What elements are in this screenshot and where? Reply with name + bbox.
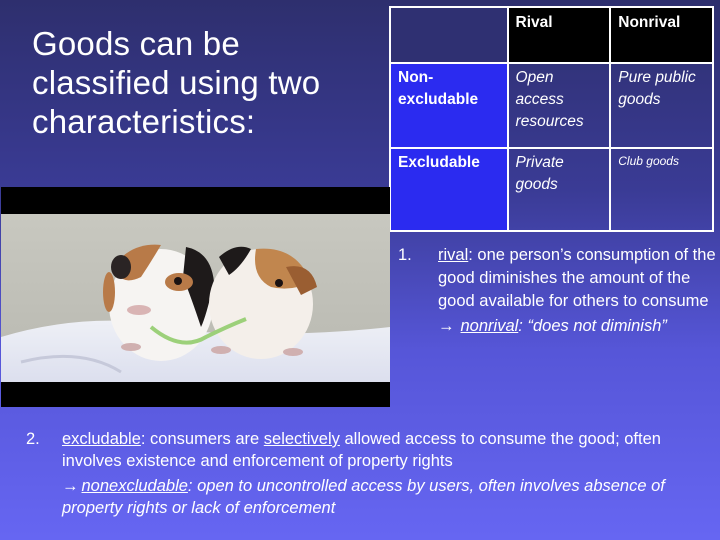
table-header-row: Rival Nonrival (389, 6, 714, 64)
list-number: 2. (26, 430, 40, 448)
row-header-line: excludable (398, 91, 479, 108)
emphasis-selectively: selectively (263, 430, 340, 448)
cell-private-goods: Private goods (506, 147, 612, 232)
table-row: Non-excludable Open access resources Pur… (389, 62, 714, 149)
definition-excludable: 2. excludable: consumers are selectively… (26, 428, 716, 519)
term-nonrival: nonrival (460, 317, 519, 335)
cell-club-goods: Club goods (609, 147, 714, 232)
term-nonexcludable: nonexcludable (81, 477, 188, 495)
cell-pure-public-goods: Pure public goods (609, 62, 714, 149)
slide-title: Goods can be classified using two charac… (32, 24, 372, 141)
column-header-rival: Rival (506, 6, 612, 64)
contrast-nonexcludable: → nonexcludable: open to uncontrolled acc… (62, 475, 716, 519)
arrow-right-icon: → (62, 477, 79, 495)
goods-classification-table: Rival Nonrival Non-excludable Open acces… (389, 6, 714, 232)
definition-body: : one person’s consumption of the good d… (438, 246, 716, 310)
list-number: 1. (398, 246, 412, 264)
cell-open-access-resources: Open access resources (506, 62, 612, 149)
guinea-pigs-photo (1, 187, 390, 407)
column-header-nonrival: Nonrival (609, 6, 714, 64)
row-header-nonexcludable: Non-excludable (389, 62, 509, 149)
arrow-right-icon: → (438, 317, 455, 335)
definition-text: excludable: consumers are selectively al… (62, 428, 716, 472)
table-corner-cell (389, 6, 509, 64)
table-row: Excludable Private goods Club goods (389, 147, 714, 232)
row-header-excludable: Excludable (389, 147, 509, 232)
title-line: characteristics: (32, 103, 256, 140)
guinea-pigs-photo-icon (1, 187, 390, 407)
title-line: Goods can be (32, 25, 240, 62)
contrast-nonrival: → nonrival: “does not diminish” (438, 315, 718, 338)
term-excludable: excludable (62, 430, 141, 448)
term-rival: rival (438, 246, 469, 264)
definition-text: rival: one person’s consumption of the g… (438, 244, 718, 313)
title-line: classified using two (32, 64, 321, 101)
definition-rival: 1. rival: one person’s consumption of th… (398, 244, 718, 338)
contrast-body: : “does not diminish” (518, 317, 667, 335)
row-header-line: Non- (398, 69, 434, 86)
definition-body: : consumers are (140, 430, 264, 448)
